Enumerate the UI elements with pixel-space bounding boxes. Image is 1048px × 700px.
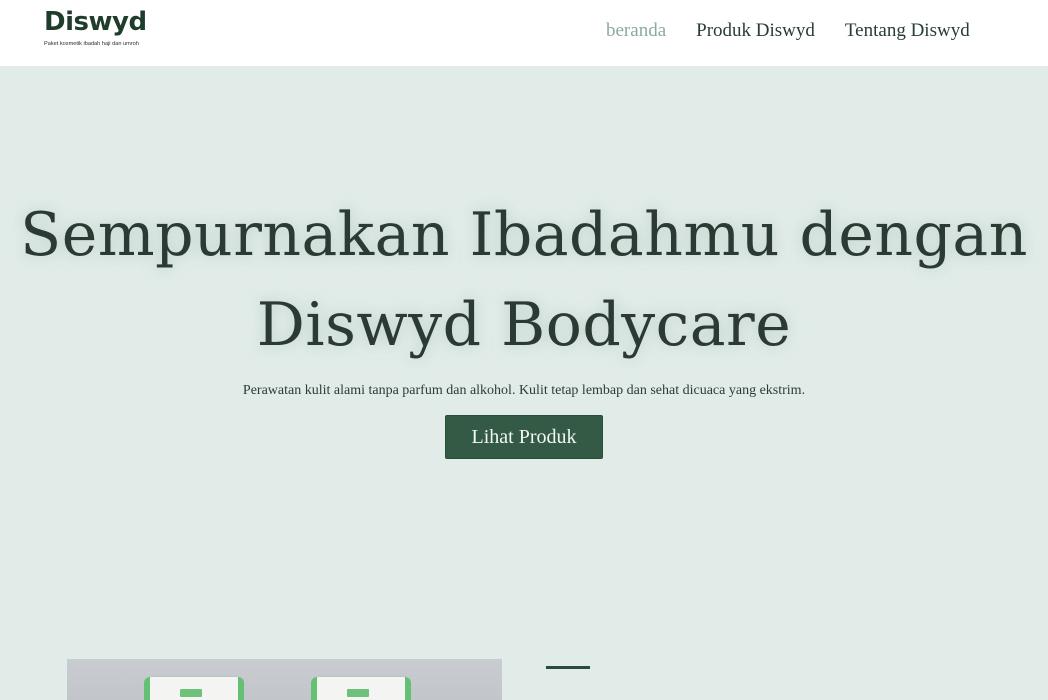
- brand-name: Diswyd: [44, 7, 147, 37]
- main-nav: beranda Produk Diswyd Tentang Diswyd: [606, 19, 970, 43]
- nav-link-tentang[interactable]: Tentang Diswyd: [845, 19, 970, 43]
- brand-logo[interactable]: Diswyd Paket kosmetik ibadah haji dan um…: [44, 6, 154, 48]
- product-pack-image: [144, 677, 244, 700]
- pack-edge: [311, 677, 317, 700]
- hero-title: Sempurnakan Ibadahmu dengan Diswyd Bodyc…: [0, 190, 1048, 370]
- hero-title-line-2: Diswyd Bodycare: [256, 290, 792, 360]
- section-divider: [546, 666, 590, 669]
- pack-logo-icon: [180, 689, 202, 697]
- product-image: [67, 659, 502, 700]
- pack-logo-icon: [347, 689, 369, 697]
- product-pack-image: [311, 677, 411, 700]
- pack-edge: [405, 677, 411, 700]
- hero-subtitle: Perawatan kulit alami tanpa parfum dan a…: [242, 383, 806, 398]
- pack-edge: [238, 677, 244, 700]
- nav-link-produk[interactable]: Produk Diswyd: [696, 19, 815, 43]
- hero-section: Sempurnakan Ibadahmu dengan Diswyd Bodyc…: [0, 66, 1048, 700]
- hero-title-line-1: Sempurnakan Ibadahmu dengan: [20, 200, 1028, 270]
- nav-link-beranda[interactable]: beranda: [606, 19, 666, 43]
- view-products-button[interactable]: Lihat Produk: [445, 415, 603, 459]
- brand-tagline: Paket kosmetik ibadah haji dan umroh: [44, 41, 139, 47]
- pack-edge: [144, 677, 150, 700]
- site-header: Diswyd Paket kosmetik ibadah haji dan um…: [0, 0, 1048, 66]
